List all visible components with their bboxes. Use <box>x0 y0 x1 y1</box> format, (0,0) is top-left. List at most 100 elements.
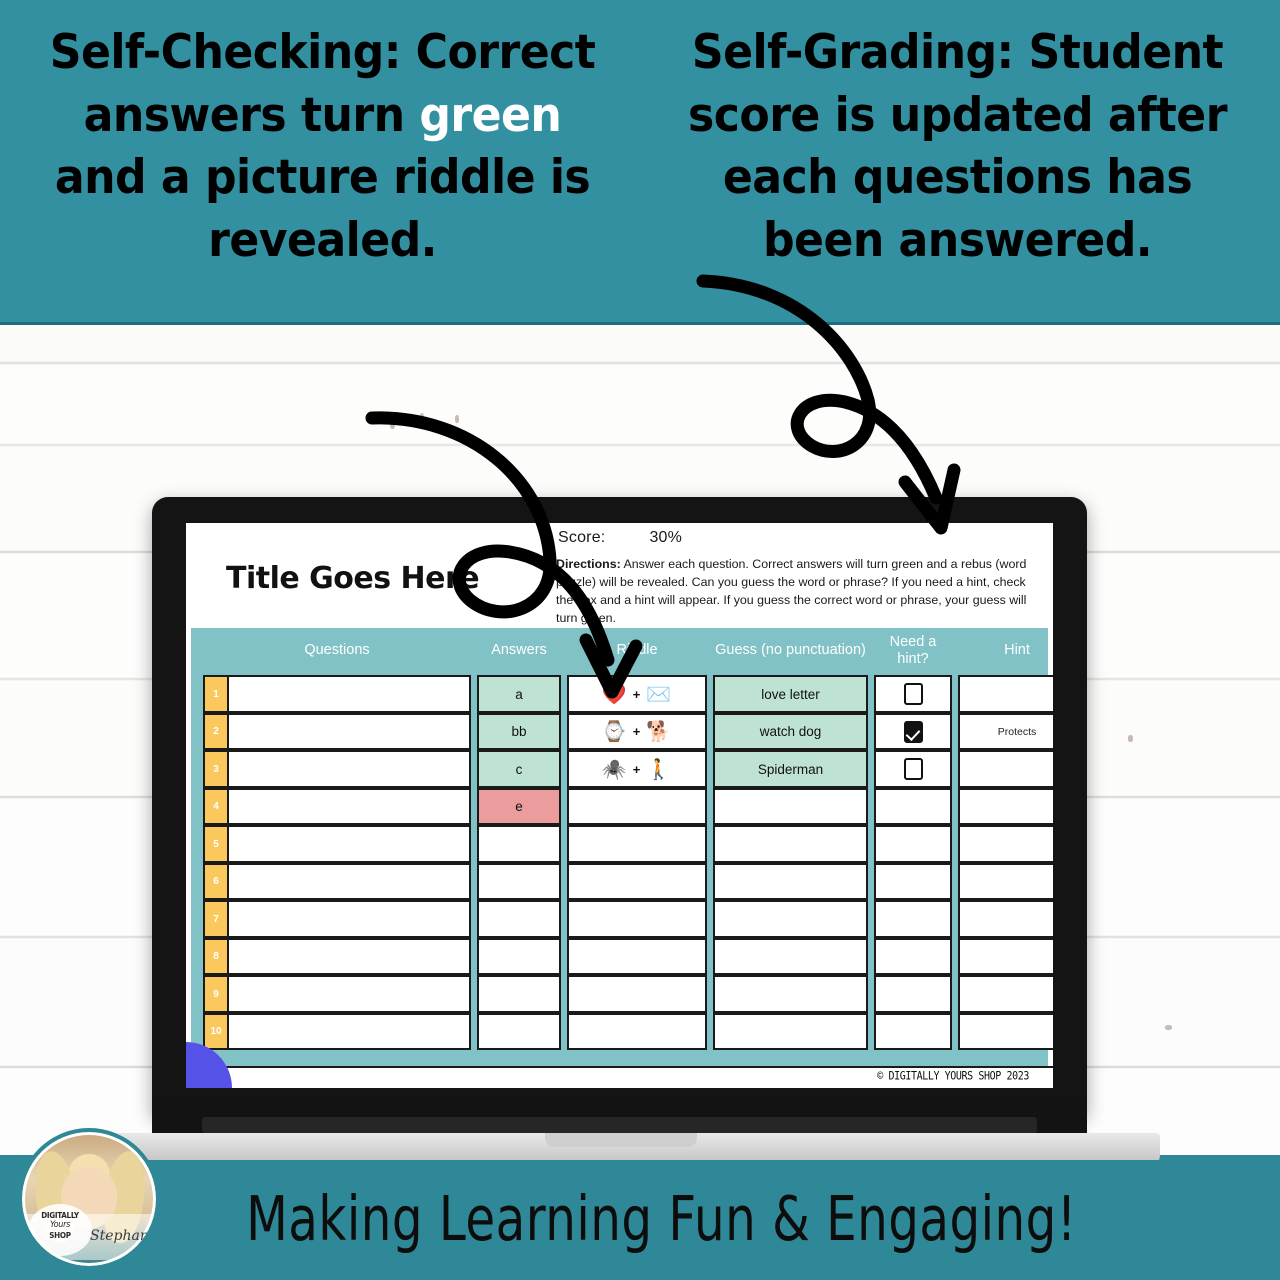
answer-cell[interactable]: bb <box>477 712 561 751</box>
guess-cell[interactable]: love letter <box>713 675 868 713</box>
laptop-screen: Score: 30% Title Goes Here Directions: A… <box>186 523 1053 1088</box>
bottom-banner: Making Learning Fun & Engaging! <box>0 1160 1280 1280</box>
question-cell[interactable]: 7 <box>203 900 471 938</box>
score-row: Score: 30% <box>558 529 978 547</box>
riddle-cell <box>567 975 707 1013</box>
answer-cell[interactable] <box>477 862 561 901</box>
riddle-emoji-first: 🕷️ <box>601 758 628 781</box>
guess-cell[interactable] <box>713 825 868 863</box>
directions-text: Directions: Answer each question. Correc… <box>556 555 1038 627</box>
answer-cell[interactable] <box>477 825 561 863</box>
answer-cell[interactable] <box>477 900 561 938</box>
need-hint-cell[interactable] <box>874 900 952 938</box>
answer-cell[interactable] <box>477 1012 561 1051</box>
answer-cell[interactable]: a <box>477 675 561 713</box>
need-hint-cell[interactable] <box>874 675 952 713</box>
table-row: 9 <box>203 975 1053 1013</box>
guess-cell[interactable] <box>713 900 868 938</box>
answer-cell[interactable] <box>477 975 561 1013</box>
score-value: 30% <box>649 529 683 546</box>
row-number: 9 <box>205 977 229 1011</box>
answer-cell[interactable] <box>477 937 561 976</box>
signature-text: Stephani <box>90 1228 154 1244</box>
need-hint-cell[interactable] <box>874 750 952 788</box>
table-row: 8 <box>203 937 1053 976</box>
hint-cell <box>958 787 1053 826</box>
need-hint-cell[interactable] <box>874 937 952 976</box>
hint-cell <box>958 675 1053 713</box>
row-number: 5 <box>205 827 229 861</box>
riddle-cell: 🕷️ + 🚶 <box>567 750 707 788</box>
col-header-answers: Answers <box>491 642 547 659</box>
slide-footer: © DIGITALLY YOURS SHOP 2023 <box>186 1066 1053 1088</box>
need-hint-cell[interactable] <box>874 975 952 1013</box>
riddle-emoji-first: ⌚ <box>601 721 628 744</box>
riddle-cell <box>567 1012 707 1051</box>
guess-cell[interactable]: watch dog <box>713 712 868 751</box>
answer-cell[interactable]: e <box>477 787 561 826</box>
need-hint-cell[interactable] <box>874 825 952 863</box>
wood-speck <box>436 425 442 431</box>
question-cell[interactable]: 10 <box>203 1012 471 1051</box>
question-cell[interactable]: 2 <box>203 712 471 751</box>
riddle-cell <box>567 900 707 938</box>
table-row: 5 <box>203 825 1053 863</box>
col-header-guess: Guess (no punctuation) <box>715 642 866 659</box>
col-header-hint: Hint <box>1004 642 1030 659</box>
guess-cell[interactable] <box>713 787 868 826</box>
checkbox-unchecked-icon[interactable] <box>903 683 923 706</box>
question-cell[interactable]: 4 <box>203 787 471 826</box>
wood-speck <box>1165 1025 1172 1030</box>
need-hint-cell[interactable] <box>874 862 952 901</box>
checkbox-checked-icon[interactable] <box>903 720 923 743</box>
question-cell[interactable]: 3 <box>203 750 471 788</box>
laptop-trackpad-notch <box>545 1133 697 1147</box>
table-row: 4e <box>203 787 1053 826</box>
question-cell[interactable]: 5 <box>203 825 471 863</box>
need-hint-cell[interactable] <box>874 1012 952 1051</box>
guess-cell[interactable]: Spiderman <box>713 750 868 788</box>
need-hint-cell[interactable] <box>874 787 952 826</box>
page-title[interactable]: Title Goes Here <box>226 561 480 596</box>
question-cell[interactable]: 8 <box>203 937 471 976</box>
poster-canvas: Self-Checking: Correct answers turn gree… <box>0 0 1280 1280</box>
table-row: 10 <box>203 1012 1053 1051</box>
question-cell[interactable]: 9 <box>203 975 471 1013</box>
hint-cell: Protects <box>958 712 1053 751</box>
answer-cell[interactable]: c <box>477 750 561 788</box>
riddle-cell <box>567 825 707 863</box>
wood-speck <box>455 415 459 423</box>
guess-cell[interactable] <box>713 975 868 1013</box>
hint-cell <box>958 862 1053 901</box>
question-cell[interactable]: 6 <box>203 862 471 901</box>
plus-icon: + <box>632 686 642 702</box>
riddle-cell <box>567 787 707 826</box>
google-slide-activity: Score: 30% Title Goes Here Directions: A… <box>186 523 1053 1088</box>
row-number: 7 <box>205 902 229 936</box>
row-number: 6 <box>205 864 229 899</box>
checkbox-unchecked-icon[interactable] <box>903 758 923 781</box>
guess-cell[interactable] <box>713 937 868 976</box>
score-label: Score: <box>558 529 606 546</box>
logo-line-3: SHOP <box>49 1230 71 1240</box>
guess-cell[interactable] <box>713 862 868 901</box>
plus-icon: + <box>632 724 642 740</box>
need-hint-cell[interactable] <box>874 712 952 751</box>
riddle-emoji-first: ❤️ <box>601 683 628 706</box>
guess-cell[interactable] <box>713 1012 868 1051</box>
row-number: 3 <box>205 752 229 786</box>
green-highlight-word: green <box>419 87 562 143</box>
hint-cell <box>958 750 1053 788</box>
question-cell[interactable]: 1 <box>203 675 471 713</box>
riddle-cell: ❤️ + ✉️ <box>567 675 707 713</box>
tagline-text: Making Learning Fun & Engaging! <box>246 1184 1077 1256</box>
slide-header: Score: 30% Title Goes Here Directions: A… <box>186 523 1053 628</box>
top-banner: Self-Checking: Correct answers turn gree… <box>0 0 1280 325</box>
laptop-lid: Score: 30% Title Goes Here Directions: A… <box>152 497 1087 1115</box>
wood-speck <box>1128 735 1133 742</box>
col-header-questions: Questions <box>304 642 370 659</box>
logo-line-2: Yours <box>49 1220 71 1231</box>
activity-table-wrap: Questions Answers Riddle Guess (no punct… <box>191 628 1053 1068</box>
table-body: 1 a ❤️ + ✉️ love letter 2 bb ⌚ + 🐕 watch dog Protect… <box>203 675 1053 1051</box>
hint-cell <box>958 900 1053 938</box>
